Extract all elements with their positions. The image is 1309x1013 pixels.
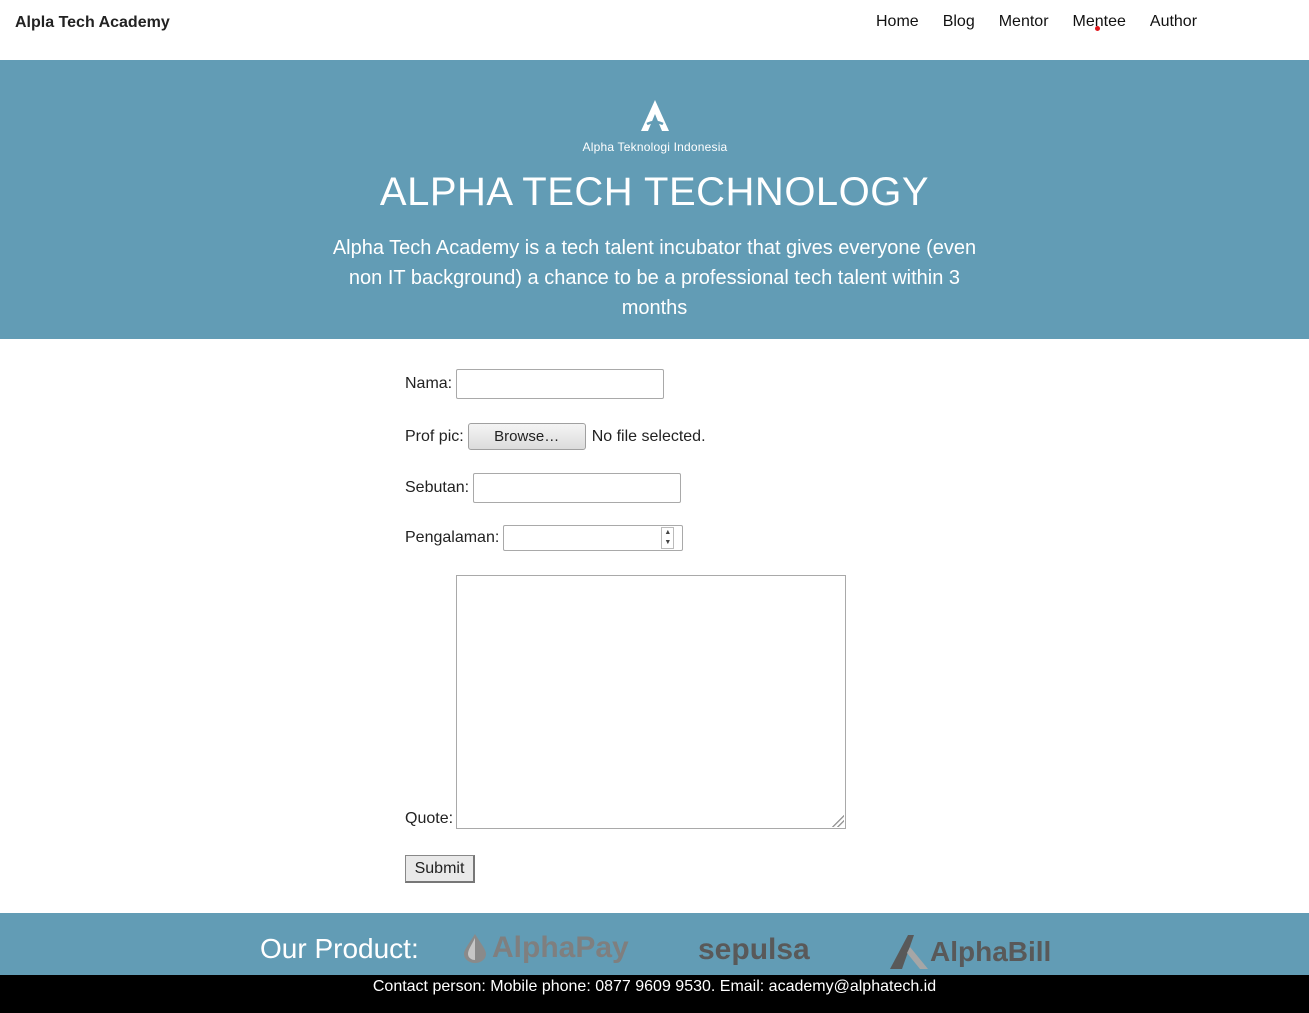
sepulsa-logo[interactable]: sepulsa — [698, 933, 810, 967]
nama-input[interactable] — [456, 369, 665, 399]
logo-tagline: Alpha Teknologi Indonesia — [582, 140, 728, 154]
submit-button[interactable]: Submit — [405, 855, 475, 883]
alphapay-drop-icon — [464, 934, 486, 963]
hero-banner: Alpha Teknologi Indonesia ALPHA TECH TEC… — [0, 60, 1309, 339]
nama-row: Nama: — [405, 369, 665, 399]
pengalaman-label: Pengalaman: — [405, 529, 500, 546]
nama-label: Nama: — [405, 375, 453, 392]
nav-mentee[interactable]: Mentee — [1073, 13, 1126, 31]
profpic-row: Prof pic: Browse… No file selected. — [405, 423, 706, 450]
no-file-text: No file selected. — [591, 427, 706, 445]
brand-title[interactable]: Alpla Tech Academy — [15, 14, 170, 32]
browse-button[interactable]: Browse… — [467, 423, 586, 450]
nav-home[interactable]: Home — [876, 13, 919, 31]
products-strip: Our Product: AlphaPay sepulsa AlphaBill — [0, 913, 1309, 975]
quote-label: Quote: — [405, 810, 454, 827]
footer-contact: Contact person: Mobile phone: 0877 9609 … — [0, 975, 1309, 1013]
nav-mentor[interactable]: Mentor — [999, 13, 1049, 31]
number-spinner[interactable]: ▲ ▼ — [661, 527, 675, 549]
quote-textarea[interactable] — [456, 575, 846, 829]
sebutan-label: Sebutan: — [405, 479, 470, 496]
resize-grip-icon[interactable] — [832, 815, 844, 827]
pengalaman-row: Pengalaman: ▲ ▼ — [405, 525, 684, 551]
hero-title: ALPHA TECH TECHNOLOGY — [379, 170, 930, 214]
alphapay-logo[interactable]: AlphaPay — [462, 931, 629, 965]
nav-blog[interactable]: Blog — [943, 13, 975, 31]
top-navbar: Alpla Tech Academy Home Blog Mentor Ment… — [0, 0, 1309, 60]
notification-dot-icon — [1094, 26, 1100, 31]
contact-text: Contact person: Mobile phone: 0877 9609 … — [372, 978, 937, 995]
alphapay-text: AlphaPay — [492, 931, 629, 964]
nav-author[interactable]: Author — [1150, 13, 1197, 31]
sepulsa-text: sepulsa — [698, 933, 810, 966]
company-logo: Alpha Teknologi Indonesia — [573, 98, 737, 158]
products-label: Our Product: — [260, 933, 419, 964]
hero-tagline: Alpha Tech Academy is a tech talent incu… — [332, 237, 977, 319]
sebutan-row: Sebutan: — [405, 473, 682, 503]
alphabill-a-icon — [890, 935, 928, 969]
sebutan-input[interactable] — [473, 473, 682, 503]
alphabill-text: AlphaBill — [930, 936, 1052, 967]
spin-down-icon[interactable]: ▼ — [662, 538, 673, 548]
alphabill-logo[interactable]: AlphaBill — [888, 933, 1051, 971]
pengalaman-number-input[interactable]: ▲ ▼ — [503, 525, 684, 551]
spin-up-icon[interactable]: ▲ — [662, 528, 673, 538]
profpic-label: Prof pic: — [405, 427, 464, 445]
alpha-logo-icon — [641, 100, 669, 131]
main-nav: Home Blog Mentor Mentee Author — [876, 13, 1221, 31]
